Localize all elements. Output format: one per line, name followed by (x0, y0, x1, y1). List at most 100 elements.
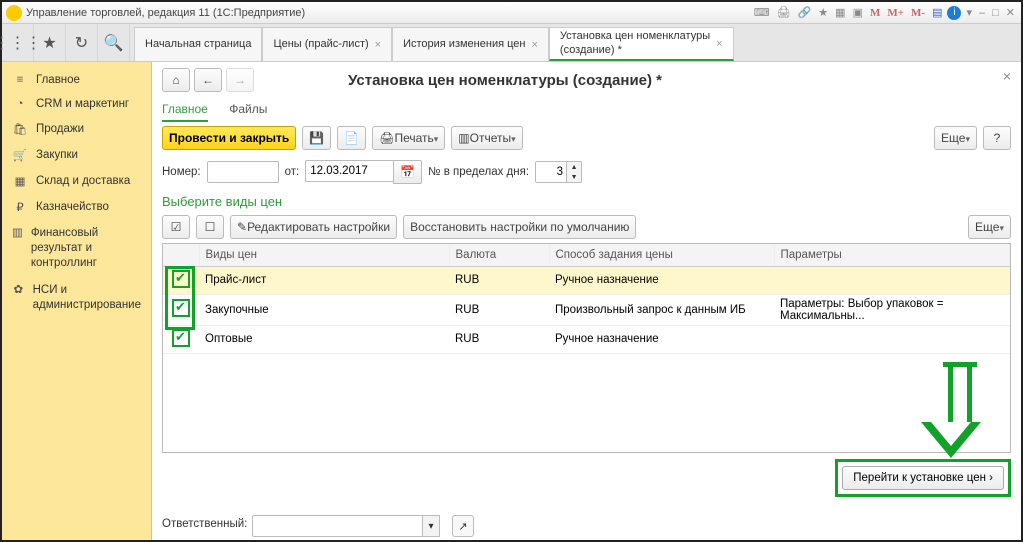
save-button[interactable]: 💾 (302, 126, 331, 150)
print-icon[interactable]: 🖨 (775, 6, 793, 19)
top-strip: ⋮⋮⋮ ★ ↻ 🔍 Начальная страница Цены (прайс… (2, 24, 1021, 62)
sidebar-item-purchases[interactable]: 🛒Закупки (2, 142, 151, 168)
help-button[interactable]: ? (983, 126, 1011, 150)
page-title: Установка цен номенклатуры (создание) * (348, 72, 662, 89)
post-and-close-button[interactable]: Провести и закрыть (162, 126, 296, 150)
tab-close-icon[interactable]: × (531, 39, 537, 51)
spinner-up-icon[interactable]: ▲ (567, 162, 581, 172)
sidebar-item-finance[interactable]: ▥Финансовый результат и контроллинг (2, 220, 151, 277)
grid-toolbar: ☑ ☐ ✎ Редактировать настройки Восстанови… (162, 215, 1011, 239)
reports-button[interactable]: ▥ Отчеты (451, 126, 522, 150)
col-params[interactable]: Параметры (774, 244, 1010, 266)
table-row[interactable]: Закупочные RUB Произвольный запрос к дан… (163, 294, 1010, 325)
cart-icon: 🛒 (12, 148, 28, 162)
warehouse-icon: ▦ (12, 174, 28, 188)
m-minus-icon[interactable]: M- (909, 7, 927, 19)
print-button[interactable]: 🖨 Печать (372, 126, 445, 150)
uncheck-all-button[interactable]: ☐ (196, 215, 224, 239)
m-plus-icon[interactable]: M+ (885, 7, 906, 19)
info-icon[interactable]: i (947, 6, 961, 20)
sidebar-item-crm[interactable]: ◔CRM и маркетинг (2, 92, 151, 116)
subtab-files[interactable]: Файлы (229, 102, 267, 120)
price-types-grid: Виды цен Валюта Способ задания цены Пара… (162, 243, 1011, 453)
dayno-label: № в пределах дня: (428, 166, 529, 178)
col-types[interactable]: Виды цен (199, 244, 449, 266)
row-checkbox[interactable] (172, 270, 190, 288)
date-input[interactable] (305, 160, 393, 182)
responsible-label: Ответственный: (162, 515, 244, 530)
nav-sidebar: ≡Главное ◔CRM и маркетинг 🛍Продажи 🛒Заку… (2, 62, 152, 540)
table-row[interactable]: Оптовые RUB Ручное назначение (163, 325, 1010, 353)
section-title: Выберите виды цен (162, 194, 1011, 209)
star-icon[interactable]: ★ (34, 24, 66, 61)
blue-icon[interactable]: ▤ (930, 6, 944, 19)
col-currency[interactable]: Валюта (449, 244, 549, 266)
table-row[interactable]: Прайс-лист RUB Ручное назначение (163, 266, 1010, 294)
app-icon (6, 5, 22, 21)
spinner-down-icon[interactable]: ▼ (567, 172, 581, 182)
back-button[interactable]: ← (194, 68, 222, 92)
number-label: Номер: (162, 166, 201, 178)
edit-settings-button[interactable]: ✎ Редактировать настройки (230, 215, 397, 239)
sidebar-item-main[interactable]: ≡Главное (2, 68, 151, 92)
tab-close-icon[interactable]: × (716, 38, 722, 50)
calendar-icon[interactable]: 📅 (393, 160, 422, 184)
fav-icon[interactable]: ★ (816, 6, 830, 19)
calendar-icon[interactable]: ▦ (833, 6, 847, 19)
window-title: Управление торговлей, редакция 11 (1С:Пр… (26, 7, 752, 19)
window-settings-icon[interactable]: ▾ (964, 6, 974, 19)
search-icon[interactable]: 🔍 (98, 24, 130, 61)
history-icon[interactable]: ↻ (66, 24, 98, 61)
page-close-icon[interactable]: × (1003, 68, 1011, 84)
grid-more-button[interactable]: Еще (968, 215, 1011, 239)
col-check[interactable] (163, 244, 199, 266)
home-button[interactable]: ⌂ (162, 68, 190, 92)
sidebar-item-admin[interactable]: ✿НСИ и администрирование (2, 277, 151, 319)
home-icon: ≡ (12, 74, 28, 86)
chart-icon: ▥ (12, 226, 23, 241)
forward-button[interactable]: → (226, 68, 254, 92)
row-checkbox[interactable] (172, 329, 190, 347)
check-all-button[interactable]: ☑ (162, 215, 190, 239)
tab-close-icon[interactable]: × (375, 39, 381, 51)
combo-dropdown-icon[interactable]: ▾ (422, 515, 440, 537)
money-icon: ₽ (12, 200, 28, 214)
app-tabs: Начальная страница Цены (прайс-лист)× Ис… (130, 24, 734, 61)
open-ref-button[interactable]: ↗ (452, 515, 474, 537)
from-label: от: (285, 166, 300, 178)
more-button[interactable]: Еще (934, 126, 977, 150)
sidebar-item-warehouse[interactable]: ▦Склад и доставка (2, 168, 151, 194)
menu-icon[interactable]: ⋮⋮⋮ (2, 24, 34, 61)
tab-set-prices[interactable]: Установка цен номенклатуры (создание) *× (549, 27, 734, 61)
go-button-highlight: Перейти к установке цен › (835, 459, 1011, 497)
post-button[interactable]: 📄 (337, 126, 366, 150)
sales-icon: 🛍 (12, 122, 28, 136)
row-checkbox[interactable] (172, 299, 190, 317)
tab-history[interactable]: История изменения цен× (392, 27, 549, 61)
gear-icon: ✿ (12, 283, 25, 298)
m-icon[interactable]: M (868, 7, 882, 19)
calc-icon[interactable]: ⌨ (752, 6, 772, 19)
main-toolbar: Провести и закрыть 💾 📄 🖨 Печать ▥ Отчеты… (162, 126, 1011, 150)
maximize-icon[interactable]: □ (990, 7, 1001, 19)
dayno-input[interactable] (536, 162, 566, 182)
tab-prices[interactable]: Цены (прайс-лист)× (262, 27, 392, 61)
subtab-main[interactable]: Главное (162, 102, 208, 122)
page-subtabs: Главное Файлы (162, 102, 1011, 116)
sidebar-item-treasury[interactable]: ₽Казначейство (2, 194, 151, 220)
col-method[interactable]: Способ задания цены (549, 244, 774, 266)
tab-start-page[interactable]: Начальная страница (134, 27, 262, 61)
sys-icon[interactable]: ▣ (851, 6, 865, 19)
dayno-spinner[interactable]: ▲▼ (535, 161, 582, 183)
close-icon[interactable]: ✕ (1004, 6, 1017, 19)
restore-defaults-button[interactable]: Восстановить настройки по умолчанию (403, 215, 636, 239)
sidebar-item-sales[interactable]: 🛍Продажи (2, 116, 151, 142)
header-form-row: Номер: от: 📅 № в пределах дня: ▲▼ (162, 160, 1011, 184)
link-icon[interactable]: 🔗 (796, 6, 814, 19)
window-titlebar: Управление торговлей, редакция 11 (1С:Пр… (2, 2, 1021, 24)
minimize-icon[interactable]: – (977, 7, 987, 19)
window-system-buttons: ⌨ 🖨 🔗 ★ ▦ ▣ M M+ M- ▤ i ▾ – □ ✕ (752, 6, 1017, 20)
responsible-input[interactable] (252, 515, 422, 537)
number-input[interactable] (207, 161, 279, 183)
go-to-set-prices-button[interactable]: Перейти к установке цен › (842, 466, 1004, 490)
